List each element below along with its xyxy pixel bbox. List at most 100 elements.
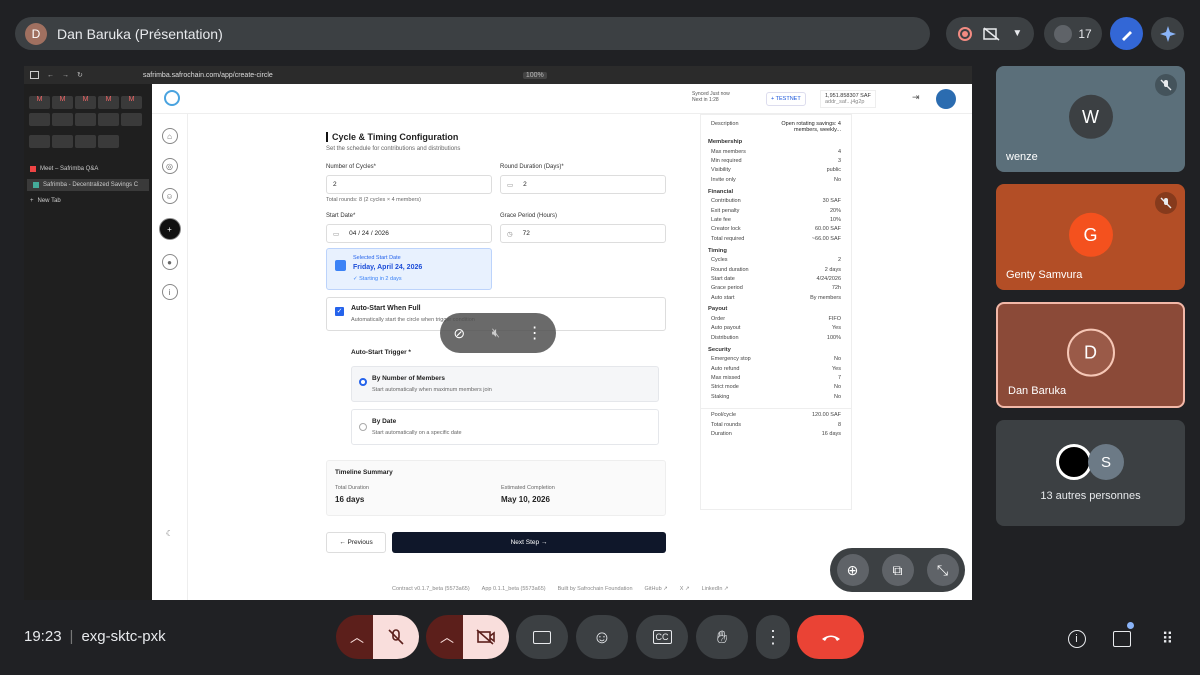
others-tile[interactable]: S 13 autres personnes (996, 420, 1185, 526)
presenter-avatar: D (25, 22, 47, 45)
grace-period-label: Grace Period (Hours) (500, 213, 558, 219)
reload-icon[interactable]: ↻ (77, 71, 83, 79)
section-security: Security (708, 346, 731, 353)
calendar-icon: ▭ (507, 181, 514, 189)
section-financial: Financial (708, 188, 734, 195)
clock-icon: ◷ (507, 230, 513, 238)
forward-icon[interactable]: → (62, 72, 69, 79)
back-icon[interactable]: ← (47, 72, 54, 79)
summary-row: Visibility public (711, 167, 841, 174)
mic-off-icon (388, 629, 404, 645)
chevron-down-icon[interactable]: ▼ (1012, 28, 1022, 39)
unpin-icon[interactable]: ⊘ (453, 325, 465, 342)
hand-icon: ✋︎ (716, 626, 728, 647)
next-step-button[interactable]: Next Step → (392, 532, 666, 553)
user-avatar[interactable] (936, 89, 956, 109)
chat-button[interactable] (1105, 622, 1138, 655)
pinned-tab[interactable] (29, 135, 50, 148)
captions-button[interactable]: CC (636, 615, 688, 659)
record-icon[interactable] (957, 26, 972, 41)
tab-safrimba[interactable]: Safrimba - Decentralized Savings C (27, 179, 149, 191)
pinned-tab-gmail[interactable]: M (75, 96, 96, 109)
pen-tool-button[interactable] (1110, 17, 1143, 50)
summary-row: Start date 4/24/2026 (711, 275, 841, 282)
github-link[interactable]: GitHub ↗ (645, 586, 668, 592)
x-link[interactable]: X ↗ (680, 586, 690, 592)
participants-button[interactable]: 17 (1044, 17, 1102, 50)
pinned-tab[interactable] (52, 135, 73, 148)
new-tab-button[interactable]: + New Tab (24, 195, 152, 207)
pinned-tab[interactable] (29, 113, 50, 126)
pinned-tab-gmail[interactable]: M (121, 96, 142, 109)
calendar-icon (335, 260, 346, 271)
pinned-tab[interactable] (98, 113, 119, 126)
raise-hand-button[interactable]: ✋︎ (696, 615, 748, 659)
previous-button[interactable]: ← Previous (326, 532, 386, 553)
collapse-icon[interactable]: ⤡ (926, 554, 959, 586)
leave-call-button[interactable] (797, 615, 864, 659)
presenter-label: Dan Baruka (Présentation) (57, 25, 223, 42)
participant-tile-genty[interactable]: G Genty Samvura (996, 184, 1185, 290)
tab-meet[interactable]: Meet – Safrimba Q&A (24, 163, 152, 175)
wallet-balance[interactable]: 1,951.858307 SAF addr_saf...j4g2p (820, 90, 876, 108)
radio-unselected[interactable] (359, 423, 367, 431)
favicon-icon (33, 182, 39, 188)
url-bar[interactable]: safrimba.safrochain.com/app/create-circl… (143, 72, 273, 79)
groups-icon[interactable]: ☺ (161, 188, 178, 204)
summary-row: Contribution 30 SAF (711, 198, 841, 205)
mic-toggle-button[interactable] (373, 615, 419, 659)
summary-row: Late fee 10% (711, 216, 841, 223)
mic-off-icon (1155, 74, 1177, 96)
pinned-tab-gmail[interactable]: M (29, 96, 50, 109)
profile-icon[interactable]: ● (161, 254, 178, 270)
round-duration-input[interactable]: ▭ 2 (500, 175, 666, 194)
participant-tile-dan[interactable]: D Dan Baruka (996, 302, 1185, 408)
info-icon[interactable]: i (161, 284, 178, 300)
pinned-tab-gmail[interactable]: M (98, 96, 119, 109)
pinned-tab[interactable] (98, 135, 119, 148)
camera-off-icon[interactable] (983, 26, 1001, 41)
participant-tile-wenze[interactable]: W wenze (996, 66, 1185, 172)
reactions-button[interactable]: ☺ (576, 615, 628, 659)
pen-icon (1121, 30, 1132, 41)
pop-out-icon[interactable]: ⧉ (881, 554, 914, 586)
zoom-in-icon[interactable]: ⊕ (836, 554, 869, 586)
summary-row: Pool/cycle 120.00 SAF (711, 412, 841, 419)
present-button[interactable] (516, 615, 568, 659)
start-date-input[interactable]: ▭ 04 / 24 / 2026 (326, 224, 492, 243)
mute-icon[interactable]: 🔇︎ (492, 325, 500, 341)
trigger-option-date[interactable]: By Date Start automatically on a specifi… (351, 409, 659, 445)
pinned-tab[interactable] (121, 113, 142, 126)
app-footer: Contract v0.1.7_beta (5573a65) App 0.1.1… (392, 586, 729, 592)
summary-row: Emergency stop No (711, 356, 841, 363)
grace-period-input[interactable]: ◷ 72 (500, 224, 666, 243)
more-options-button[interactable]: ⋮ (756, 615, 790, 659)
more-vert-icon[interactable]: ⋮ (527, 323, 543, 343)
pinned-tab[interactable] (52, 113, 73, 126)
theme-icon[interactable]: ☾ (162, 525, 178, 541)
pinned-tab[interactable] (75, 135, 96, 148)
home-icon[interactable]: ⌂ (161, 128, 178, 144)
camera-toggle-button[interactable] (463, 615, 509, 659)
audio-options-button[interactable]: ︿ (336, 615, 378, 659)
avatar: D (1066, 328, 1115, 377)
radio-selected[interactable] (359, 378, 367, 386)
meeting-info-button[interactable]: i (1060, 622, 1093, 655)
explore-icon[interactable]: ◎ (161, 158, 178, 174)
pinned-tab[interactable] (75, 113, 96, 126)
section-payout: Payout (708, 306, 728, 313)
linkedin-link[interactable]: LinkedIn ↗ (702, 586, 729, 592)
cycles-input[interactable]: 2 (326, 175, 492, 194)
app-logo[interactable] (164, 90, 180, 106)
pinned-tab-gmail[interactable]: M (52, 96, 73, 109)
network-badge[interactable]: + TESTNET (766, 92, 806, 106)
sidebar-toggle-icon[interactable] (30, 71, 39, 79)
logout-icon[interactable]: ⇥ (912, 92, 920, 103)
trigger-option-members[interactable]: By Number of Members Start automatically… (351, 366, 659, 402)
auto-start-checkbox[interactable]: ✓ (335, 307, 344, 316)
activities-button[interactable]: ⠿ (1150, 622, 1183, 655)
video-options-button[interactable]: ︿ (426, 615, 468, 659)
gemini-button[interactable] (1151, 17, 1184, 50)
create-circle-icon[interactable]: + (158, 218, 181, 240)
camera-off-icon (476, 629, 495, 645)
